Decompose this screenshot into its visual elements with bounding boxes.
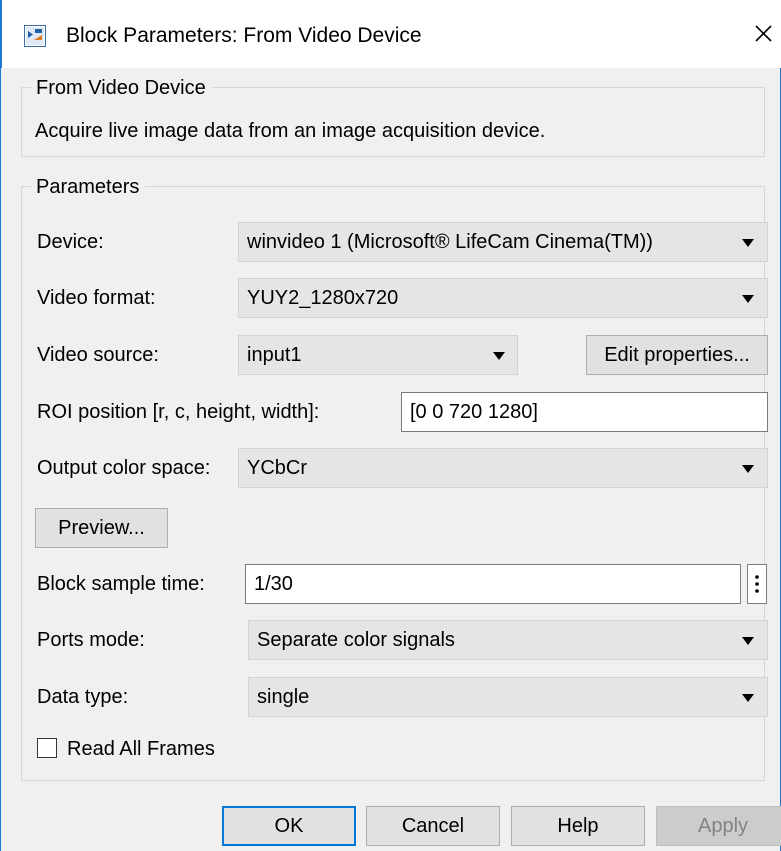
device-dropdown[interactable]: winvideo 1 (Microsoft® LifeCam Cinema(TM… <box>238 222 768 262</box>
chevron-down-icon <box>742 637 754 645</box>
chevron-down-icon <box>742 239 754 247</box>
device-label: Device: <box>37 231 104 253</box>
device-value: winvideo 1 (Microsoft® LifeCam Cinema(TM… <box>247 231 653 253</box>
window-title: Block Parameters: From Video Device <box>66 24 422 47</box>
help-button[interactable]: Help <box>511 806 645 846</box>
roi-position-field[interactable]: [0 0 720 1280] <box>401 392 768 432</box>
read-all-frames-label: Read All Frames <box>67 738 215 760</box>
data-type-value: single <box>257 686 310 708</box>
ports-mode-label: Ports mode: <box>37 629 145 651</box>
chevron-down-icon <box>742 465 754 473</box>
ports-mode-value: Separate color signals <box>257 629 455 651</box>
apply-button[interactable]: Apply <box>656 806 781 846</box>
edit-properties-button[interactable]: Edit properties... <box>586 335 768 375</box>
data-type-dropdown[interactable]: single <box>248 677 768 717</box>
ok-button[interactable]: OK <box>222 806 356 846</box>
block-parameters-dialog: Block Parameters: From Video Device From… <box>0 0 781 851</box>
read-all-frames-checkbox[interactable] <box>37 738 57 758</box>
cancel-button[interactable]: Cancel <box>366 806 500 846</box>
ports-mode-dropdown[interactable]: Separate color signals <box>248 620 768 660</box>
video-source-value: input1 <box>247 344 302 366</box>
data-type-label: Data type: <box>37 686 129 708</box>
output-color-space-dropdown[interactable]: YCbCr <box>238 448 768 488</box>
video-source-label: Video source: <box>37 344 159 366</box>
block-sample-time-field[interactable]: 1/30 <box>245 564 741 604</box>
output-color-space-label: Output color space: <box>37 457 211 479</box>
video-format-value: YUY2_1280x720 <box>247 287 399 309</box>
parameters-group-legend: Parameters <box>31 175 146 199</box>
description-group-legend: From Video Device <box>31 76 212 100</box>
simulink-block-icon <box>24 25 46 47</box>
chevron-down-icon <box>742 295 754 303</box>
preview-button[interactable]: Preview... <box>35 508 168 548</box>
block-sample-time-label: Block sample time: <box>37 573 205 595</box>
output-color-space-value: YCbCr <box>247 457 308 479</box>
roi-position-label: ROI position [r, c, height, width]: <box>37 401 320 423</box>
block-sample-time-value: 1/30 <box>254 573 293 595</box>
chevron-down-icon <box>742 694 754 702</box>
roi-position-value: [0 0 720 1280] <box>410 401 538 423</box>
more-options-icon[interactable] <box>747 564 767 604</box>
close-icon[interactable] <box>747 18 779 50</box>
chevron-down-icon <box>493 352 505 360</box>
video-format-label: Video format: <box>37 287 156 309</box>
description-text: Acquire live image data from an image ac… <box>35 120 546 142</box>
title-bar: Block Parameters: From Video Device <box>1 0 781 68</box>
video-source-dropdown[interactable]: input1 <box>238 335 518 375</box>
video-format-dropdown[interactable]: YUY2_1280x720 <box>238 278 768 318</box>
